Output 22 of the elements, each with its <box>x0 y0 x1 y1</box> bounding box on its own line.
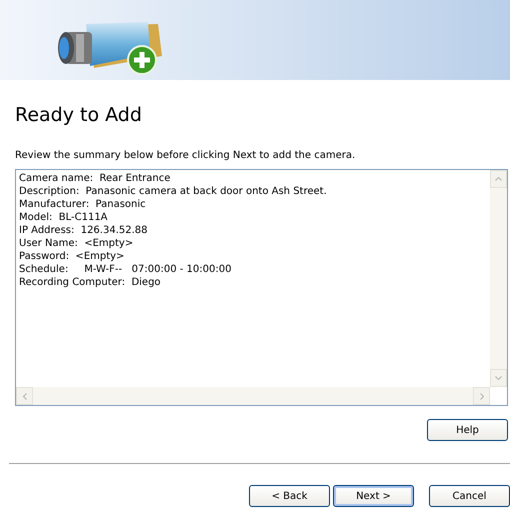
summary-line: IP Address: 126.34.52.88 <box>19 224 149 237</box>
wizard-button[interactable]: Next > <box>333 485 414 507</box>
vertical-scrollbar[interactable] <box>490 170 507 387</box>
summary-line: Camera name: Rear Entrance <box>19 172 172 185</box>
summary-line: Model: BL-C111A <box>19 211 109 224</box>
summary-line: Password: <Empty> <box>19 250 126 263</box>
summary-line: Description: Panasonic camera at back door onto Ash Street. <box>19 185 328 198</box>
wizard-button[interactable]: Cancel <box>429 485 510 507</box>
chevron-up-icon[interactable] <box>495 177 502 181</box>
chevron-left-icon[interactable] <box>22 392 26 400</box>
page-title: Ready to Add <box>15 104 143 128</box>
chevron-down-icon[interactable] <box>495 376 502 380</box>
summary-line: User Name: <Empty> <box>19 237 134 250</box>
summary-line: Manufacturer: Panasonic <box>19 198 147 211</box>
help-button[interactable]: Help <box>427 419 508 441</box>
summary-line: Schedule: M-W-F-- 07:00:00 - 10:00:00 <box>19 263 232 276</box>
instruction-text: Review the summary below before clicking Next to add the camera. <box>15 150 356 163</box>
wizard-button[interactable]: < Back <box>249 485 330 507</box>
summary-line: Recording Computer: Diego <box>19 276 162 289</box>
summary-text-area[interactable] <box>15 169 508 406</box>
horizontal-scrollbar[interactable] <box>16 387 490 405</box>
chevron-right-icon[interactable] <box>480 392 484 400</box>
